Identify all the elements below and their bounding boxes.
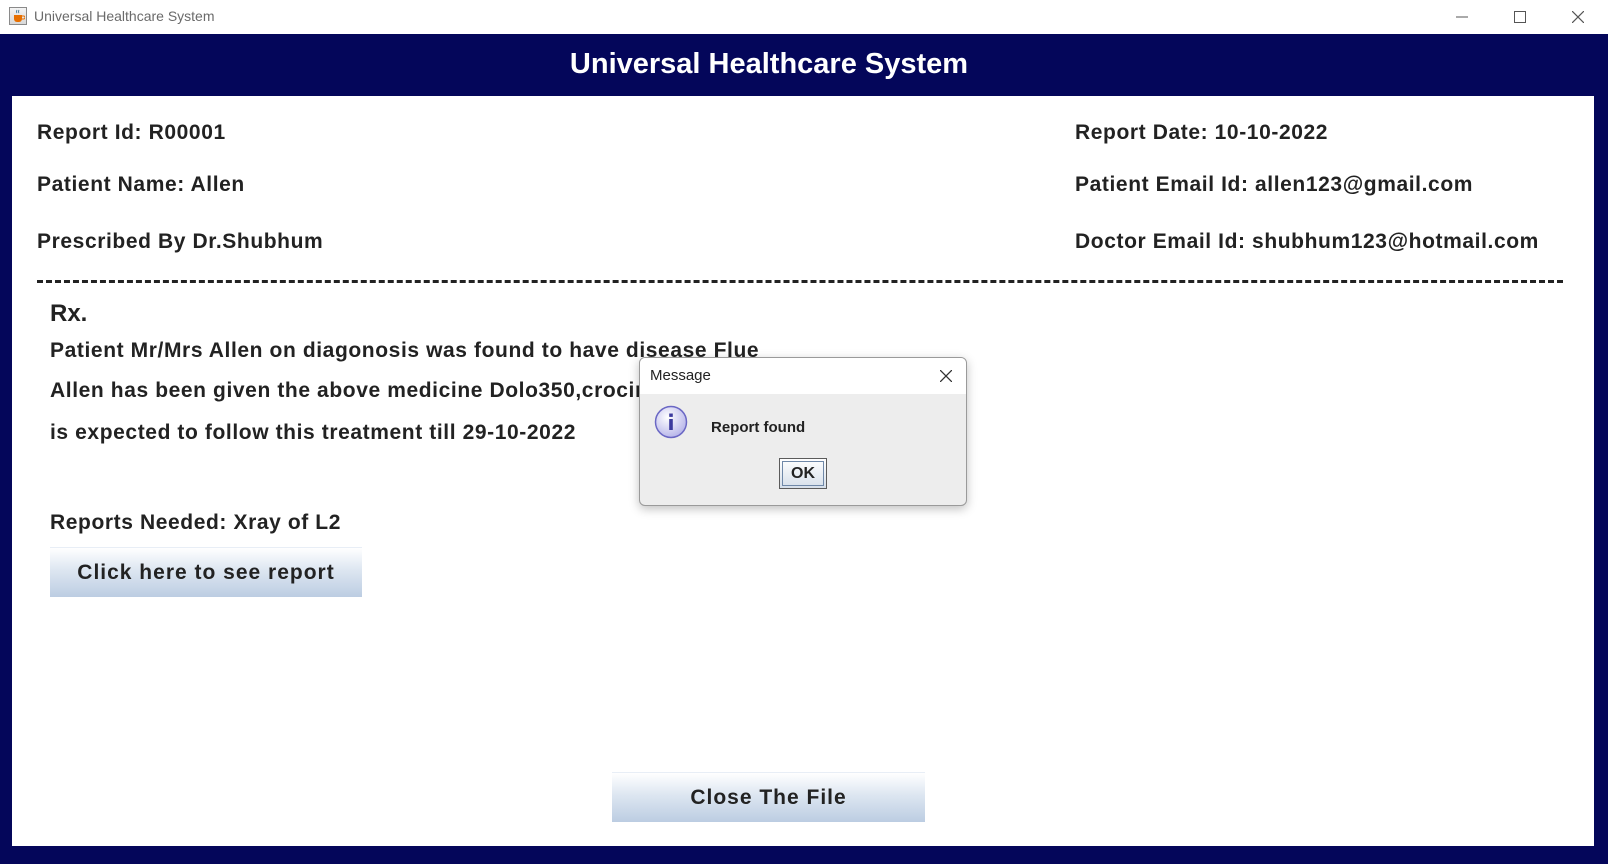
- divider: [37, 280, 1563, 283]
- doctor-email: Doctor Email Id: shubhum123@hotmail.com: [1075, 230, 1539, 253]
- maximize-button[interactable]: [1491, 0, 1549, 34]
- rx-label: Rx.: [50, 300, 88, 327]
- dialog-close-button[interactable]: [932, 362, 960, 390]
- prescribed-by: Prescribed By Dr.Shubhum: [37, 230, 324, 253]
- message-dialog: Message Report found OK: [639, 357, 967, 506]
- dialog-title: Message: [650, 367, 711, 384]
- header-title: Universal Healthcare System: [569, 48, 969, 80]
- dialog-message: Report found: [711, 419, 806, 436]
- minimize-icon: [1456, 16, 1468, 18]
- treatment-line: is expected to follow this treatment til…: [50, 421, 577, 444]
- ok-button[interactable]: OK: [779, 458, 827, 489]
- minimize-button[interactable]: [1433, 0, 1491, 34]
- see-report-button[interactable]: Click here to see report: [50, 547, 362, 597]
- close-icon: [940, 370, 952, 382]
- java-cup-icon: [9, 7, 27, 25]
- maximize-icon: [1514, 11, 1526, 23]
- patient-name: Patient Name: Allen: [37, 173, 245, 196]
- report-date: Report Date: 10-10-2022: [1075, 121, 1329, 144]
- ok-button-label: OK: [782, 461, 824, 486]
- report-id: Report Id: R00001: [37, 121, 226, 144]
- reports-needed: Reports Needed: Xray of L2: [50, 511, 341, 534]
- patient-email: Patient Email Id: allen123@gmail.com: [1075, 173, 1474, 196]
- information-icon: [654, 405, 688, 444]
- close-file-button[interactable]: Close The File: [612, 772, 925, 822]
- window-title: Universal Healthcare System: [34, 8, 215, 24]
- window-titlebar: Universal Healthcare System: [0, 0, 1608, 34]
- close-icon: [1572, 11, 1584, 23]
- window-close-button[interactable]: [1549, 0, 1607, 34]
- dialog-titlebar: Message: [640, 358, 966, 394]
